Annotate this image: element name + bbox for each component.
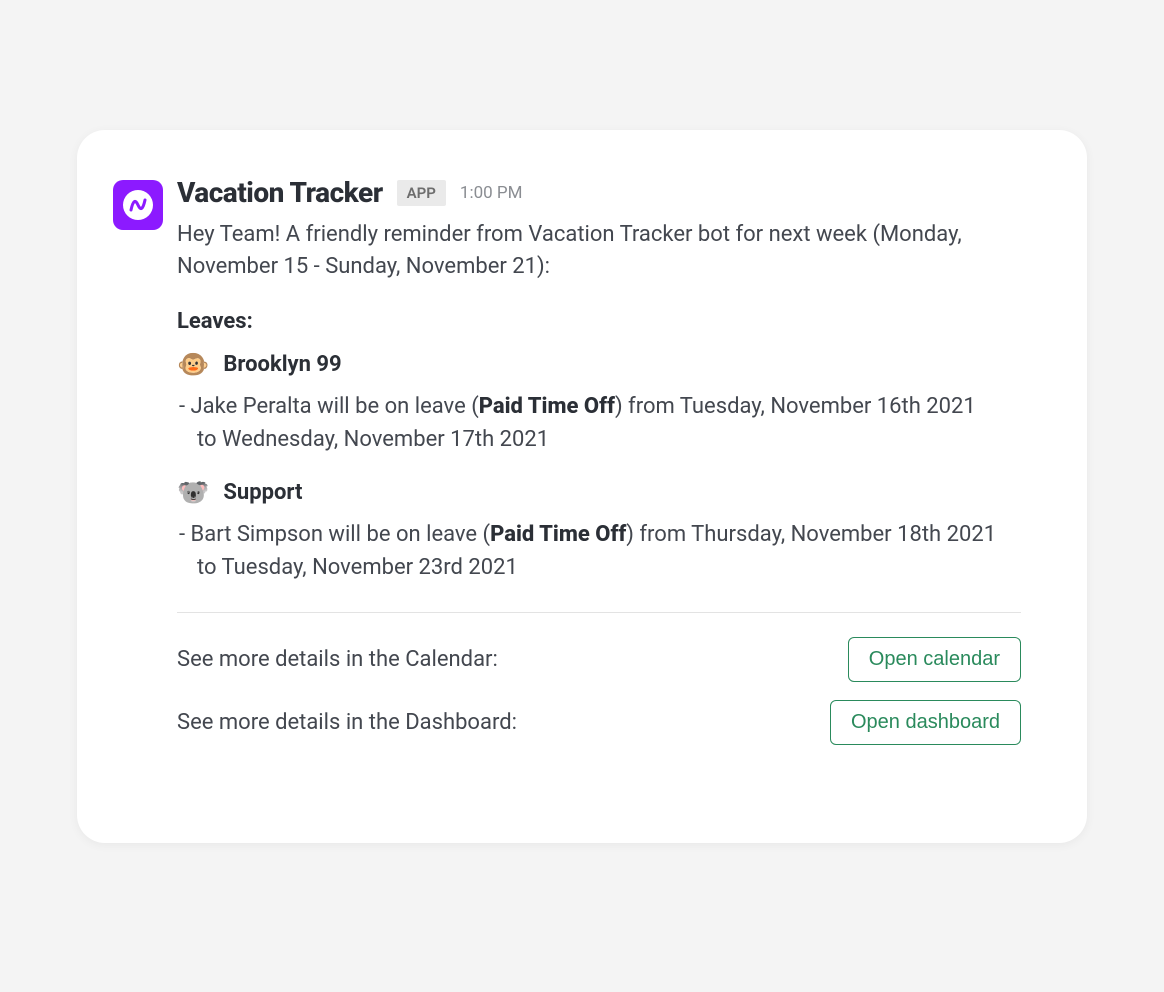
leave-item: - Bart Simpson will be on leave (Paid Ti… bbox=[177, 518, 1021, 584]
leave-pre: - Bart Simpson will be on leave ( bbox=[179, 522, 490, 547]
koala-icon: 🐨 bbox=[177, 480, 209, 506]
leave-group: 🐨 Support - Bart Simpson will be on leav… bbox=[177, 480, 1021, 584]
leaves-title: Leaves: bbox=[177, 309, 1021, 334]
app-name: Vacation Tracker bbox=[177, 176, 383, 209]
group-name: Support bbox=[223, 480, 302, 505]
action-row-calendar: See more details in the Calendar: Open c… bbox=[177, 637, 1021, 682]
divider bbox=[177, 612, 1021, 613]
leave-tail: to Tuesday, November 23rd 2021 bbox=[179, 551, 1021, 584]
monkey-icon: 🐵 bbox=[177, 352, 209, 378]
open-dashboard-button[interactable]: Open dashboard bbox=[830, 700, 1021, 745]
group-header: 🐵 Brooklyn 99 bbox=[177, 352, 1021, 378]
leave-group: 🐵 Brooklyn 99 - Jake Peralta will be on … bbox=[177, 352, 1021, 456]
leave-pre: - Jake Peralta will be on leave ( bbox=[179, 394, 479, 419]
dashboard-label: See more details in the Dashboard: bbox=[177, 710, 517, 735]
calendar-label: See more details in the Calendar: bbox=[177, 647, 498, 672]
app-badge: APP bbox=[397, 180, 446, 206]
message-content: Vacation Tracker APP 1:00 PM Hey Team! A… bbox=[177, 176, 1021, 763]
open-calendar-button[interactable]: Open calendar bbox=[848, 637, 1021, 682]
leave-type: Paid Time Off bbox=[479, 394, 615, 419]
app-avatar bbox=[113, 180, 163, 230]
group-name: Brooklyn 99 bbox=[223, 352, 341, 377]
message-header: Vacation Tracker APP 1:00 PM bbox=[177, 176, 1021, 209]
leave-mid: ) from Thursday, November 18th 2021 bbox=[626, 522, 996, 547]
message-card: Vacation Tracker APP 1:00 PM Hey Team! A… bbox=[77, 130, 1087, 843]
group-header: 🐨 Support bbox=[177, 480, 1021, 506]
leave-mid: ) from Tuesday, November 16th 2021 bbox=[615, 394, 976, 419]
action-row-dashboard: See more details in the Dashboard: Open … bbox=[177, 700, 1021, 745]
vacation-tracker-icon bbox=[121, 188, 155, 222]
leave-item: - Jake Peralta will be on leave (Paid Ti… bbox=[177, 390, 1021, 456]
intro-message: Hey Team! A friendly reminder from Vacat… bbox=[177, 219, 1021, 283]
leave-type: Paid Time Off bbox=[490, 522, 626, 547]
message-time: 1:00 PM bbox=[460, 183, 523, 203]
leave-tail: to Wednesday, November 17th 2021 bbox=[179, 423, 1021, 456]
